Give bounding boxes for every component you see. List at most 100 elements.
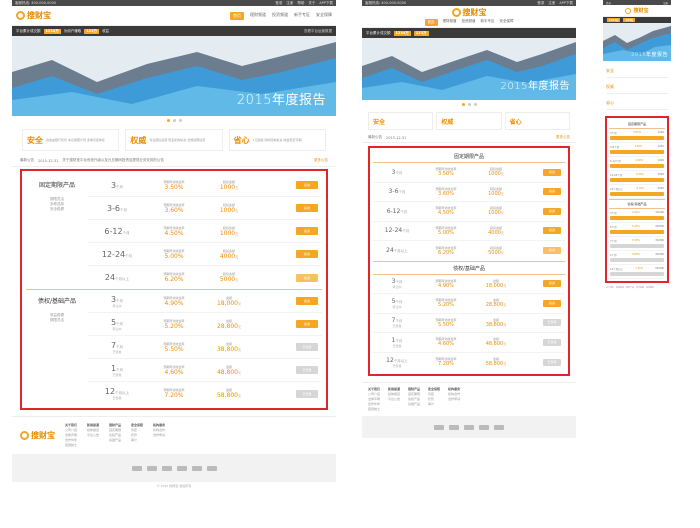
register-link[interactable]: 注册 (548, 1, 555, 6)
login-link[interactable]: 登录 (537, 1, 544, 6)
invest-button[interactable]: 投资 (543, 168, 561, 176)
invest-button[interactable]: 投资 (296, 273, 318, 282)
nav-finance[interactable]: 理财频道 (250, 12, 266, 20)
soldout-button[interactable]: 已售罄 (543, 319, 561, 327)
invest-button[interactable] (610, 178, 664, 182)
invest-button[interactable]: 投资 (296, 227, 318, 235)
register-link[interactable]: 注册 (663, 1, 668, 5)
footer-link[interactable]: 平台公告 (87, 433, 99, 438)
product-row[interactable]: 5个月 转让中 预期年化收益率 5.20% 金额 28,800元 投资 (88, 313, 322, 336)
product-row[interactable]: 3个月 预期年化收益率 3.50% 起投金额 1000元 投资 (373, 163, 565, 183)
carousel-dot[interactable] (461, 103, 465, 106)
footer-column-head[interactable]: 理财产品 (626, 286, 634, 289)
invest-button[interactable]: 投资 (543, 247, 561, 255)
soldout-button[interactable] (610, 244, 664, 248)
footer-column-head[interactable]: 安全保障 (636, 286, 644, 289)
nav-finance[interactable]: 理财频道 (443, 19, 457, 26)
invest-button[interactable]: 投资 (543, 299, 561, 307)
soldout-button[interactable]: 已售罄 (543, 338, 561, 346)
product-row[interactable]: 12-24个月 预期年化收益率 5.00% 起投金额 4000元 投资 (373, 222, 565, 241)
banner[interactable]: 2015年度报告 (12, 36, 336, 116)
soldout-button[interactable]: 已售罄 (543, 358, 561, 366)
invest-button[interactable] (610, 192, 664, 196)
product-row[interactable]: 6-12个月 预期年化收益率 4.50% 起投金额 1000元 投资 (88, 220, 322, 243)
app-download-link[interactable]: APP下载 (319, 1, 333, 6)
invest-button[interactable]: 投资 (296, 320, 318, 328)
product-row[interactable]: 3-6个月 预期年化收益率 3.60% 起投金额 1000元 投资 (373, 183, 565, 202)
footer-logo[interactable]: 搜财宝 (20, 423, 55, 448)
product-row[interactable]: 3-6个月 3.60% 1000 (609, 143, 665, 157)
register-link[interactable]: 注册 (286, 1, 293, 6)
carousel-dot[interactable] (473, 103, 477, 106)
invest-button[interactable] (610, 136, 664, 140)
footer-link[interactable]: 基础产品 (109, 438, 121, 443)
nav-home[interactable]: 首页 (230, 11, 244, 20)
footer-column-head[interactable]: 关于我们 (606, 286, 614, 289)
product-row[interactable]: 5个月 5.20% 28,800 (609, 223, 665, 237)
product-row[interactable]: 1个月 4.60% 48,800 (609, 251, 665, 265)
login-link[interactable]: 登录 (275, 1, 282, 6)
product-row[interactable]: 24个月以上 预期年化收益率 6.20% 起投金额 5000元 投资 (88, 266, 322, 289)
logo[interactable]: 搜财宝 (16, 10, 51, 21)
product-row[interactable]: 6-12个月 4.50% 1000 (609, 157, 665, 171)
invest-button[interactable]: 投资 (296, 297, 318, 305)
soldout-button[interactable] (610, 258, 664, 262)
invest-button[interactable]: 投资 (296, 204, 318, 212)
invest-button[interactable]: 投资 (296, 181, 318, 189)
about-link[interactable]: 关于 (308, 1, 315, 6)
carousel-dot[interactable] (178, 119, 182, 122)
footer-link[interactable]: 合作申请 (448, 397, 460, 402)
invest-button[interactable]: 投资 (296, 250, 318, 258)
product-row[interactable]: 3个月 转让中 预期年化收益率 4.90% 金额 18,000元 投资 (88, 290, 322, 313)
footer-link[interactable]: 合作申请 (153, 433, 165, 438)
nav-invest[interactable]: 投资频道 (272, 12, 288, 20)
invest-button[interactable]: 投资 (543, 188, 561, 196)
logo[interactable]: 搜财宝 (625, 7, 649, 14)
carousel-dot[interactable] (467, 103, 471, 106)
invest-button[interactable]: 投资 (543, 227, 561, 235)
invest-button[interactable] (610, 150, 664, 154)
banner[interactable]: 2015年度报告 (362, 38, 576, 100)
product-row[interactable]: 3个月 3.50% 1000 (609, 129, 665, 143)
footer-link[interactable]: 招贤纳士 (368, 407, 380, 412)
nav-home[interactable]: 首页 (424, 19, 438, 26)
logo[interactable]: 搜财宝 (451, 7, 487, 18)
footer-link[interactable]: 基础产品 (408, 402, 420, 407)
soldout-button[interactable]: 已售罄 (296, 343, 318, 351)
nav-invest[interactable]: 投资频道 (462, 19, 476, 26)
soldout-button[interactable]: 已售罄 (296, 366, 318, 374)
nav-security[interactable]: 安全保障 (316, 12, 332, 20)
invest-button[interactable] (610, 164, 664, 168)
product-row[interactable]: 7个月 5.50% 38,800 (609, 237, 665, 251)
product-row[interactable]: 7个月 已售罄 预期年化收益率 5.50% 金额 38,800元 已售罄 (373, 314, 565, 333)
stats-link[interactable]: 查看平台运营数据 (304, 29, 332, 34)
product-row[interactable]: 12-24个月 预期年化收益率 5.00% 起投金额 4000元 投资 (88, 243, 322, 266)
product-row[interactable]: 7个月 已售罄 预期年化收益率 5.50% 金额 38,800元 已售罄 (88, 336, 322, 359)
carousel-dot[interactable] (166, 119, 170, 122)
invest-button[interactable]: 投资 (543, 280, 561, 288)
carousel-dot[interactable] (172, 119, 176, 122)
invest-button[interactable]: 投资 (543, 207, 561, 215)
product-row[interactable]: 12-24个月 5.00% 4000 (609, 171, 665, 185)
soldout-button[interactable] (610, 272, 664, 276)
notice-text[interactable]: 关于搜财宝平台系统升级以及元旦期间投资及提现业务安排的公告 (62, 158, 164, 163)
product-row[interactable]: 24个月以上 6.20% 5000 (609, 185, 665, 199)
product-row[interactable]: 3个月 转让中 预期年化收益率 4.90% 金额 18,000元 投资 (373, 275, 565, 294)
footer-link[interactable]: 平台公告 (388, 397, 400, 402)
product-row[interactable]: 3个月 预期年化收益率 3.50% 起投金额 1000元 投资 (88, 174, 322, 197)
product-row[interactable]: 3个月 4.90% 18,000 (609, 209, 665, 223)
soldout-button[interactable]: 已售罄 (296, 389, 318, 398)
login-link[interactable]: 登录 (606, 1, 611, 5)
product-row[interactable]: 12个月以上 7.20% 58,800 (609, 265, 665, 279)
product-row[interactable]: 12个月以上 已售罄 预期年化收益率 7.20% 金额 58,800元 已售罄 (373, 353, 565, 373)
product-row[interactable]: 1个月 已售罄 预期年化收益率 4.60% 金额 48,800元 已售罄 (373, 333, 565, 353)
nav-newbie[interactable]: 新手专区 (294, 12, 310, 20)
product-row[interactable]: 6-12个月 预期年化收益率 4.50% 起投金额 1000元 投资 (373, 202, 565, 222)
footer-link[interactable]: 招贤纳士 (65, 443, 77, 448)
footer-link[interactable]: 审计 (428, 402, 440, 407)
invest-button[interactable] (610, 216, 664, 220)
help-link[interactable]: 帮助 (297, 1, 304, 6)
invest-button[interactable] (610, 230, 664, 234)
app-download-link[interactable]: APP下载 (559, 1, 573, 6)
footer-column-head[interactable]: 机构服务 (646, 286, 654, 289)
